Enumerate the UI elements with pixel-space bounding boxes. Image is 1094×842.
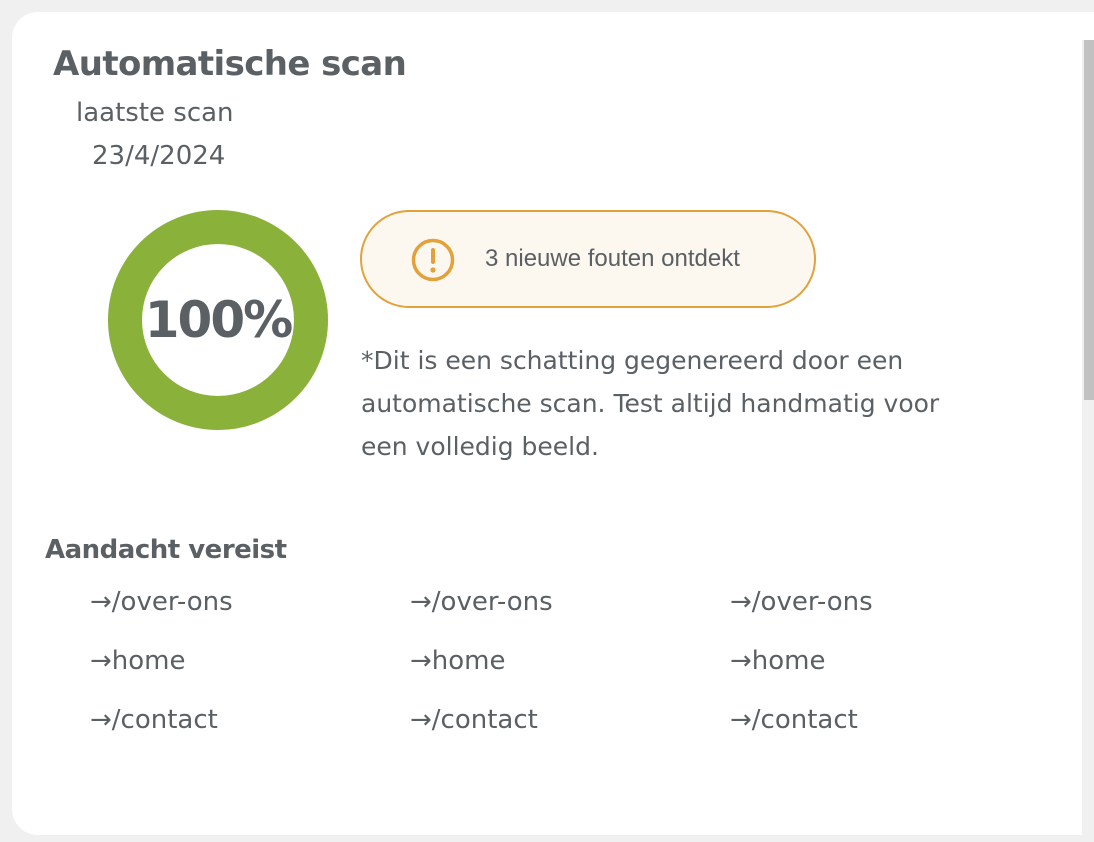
arrow-right-icon: → (730, 587, 752, 617)
page-link[interactable]: →/over-ons (410, 580, 553, 624)
page-link[interactable]: →/over-ons (90, 580, 233, 624)
page-link-label: /over-ons (751, 587, 873, 617)
last-scan-date: 23/4/2024 (92, 141, 226, 171)
arrow-right-icon: → (90, 705, 112, 735)
exclamation-circle-icon (411, 238, 455, 282)
arrow-right-icon: → (410, 705, 432, 735)
attention-required-heading: Aandacht vereist (45, 535, 287, 565)
page-link-label: /over-ons (111, 587, 233, 617)
page-link-label: /contact (751, 705, 858, 735)
page-link[interactable]: →/contact (410, 698, 538, 742)
page-link-label: home (431, 646, 506, 676)
page-link[interactable]: →home (410, 639, 506, 683)
scrollbar-thumb[interactable] (1084, 40, 1094, 400)
page-link[interactable]: →home (730, 639, 826, 683)
arrow-right-icon: → (90, 587, 112, 617)
arrow-right-icon: → (730, 646, 752, 676)
new-errors-alert[interactable]: 3 nieuwe fouten ontdekt (360, 210, 816, 308)
arrow-right-icon: → (90, 646, 112, 676)
page-link-label: /contact (431, 705, 538, 735)
alert-text: 3 nieuwe fouten ontdekt (485, 245, 740, 272)
page-link-label: home (751, 646, 826, 676)
disclaimer-text: *Dit is een schatting gegenereerd door e… (361, 346, 940, 461)
card-title: Automatische scan (53, 44, 407, 84)
arrow-right-icon: → (730, 705, 752, 735)
page-link[interactable]: →/contact (730, 698, 858, 742)
score-donut: 100% (107, 209, 329, 431)
page-link-label: home (111, 646, 186, 676)
page-link-label: /contact (111, 705, 218, 735)
last-scan-label: laatste scan (76, 98, 234, 128)
page-link-label: /over-ons (431, 587, 553, 617)
arrow-right-icon: → (410, 587, 432, 617)
page-link[interactable]: →home (90, 639, 186, 683)
page-link[interactable]: →/contact (90, 698, 218, 742)
page-link[interactable]: →/over-ons (730, 580, 873, 624)
score-percentage: 100% (144, 291, 293, 349)
arrow-right-icon: → (410, 646, 432, 676)
